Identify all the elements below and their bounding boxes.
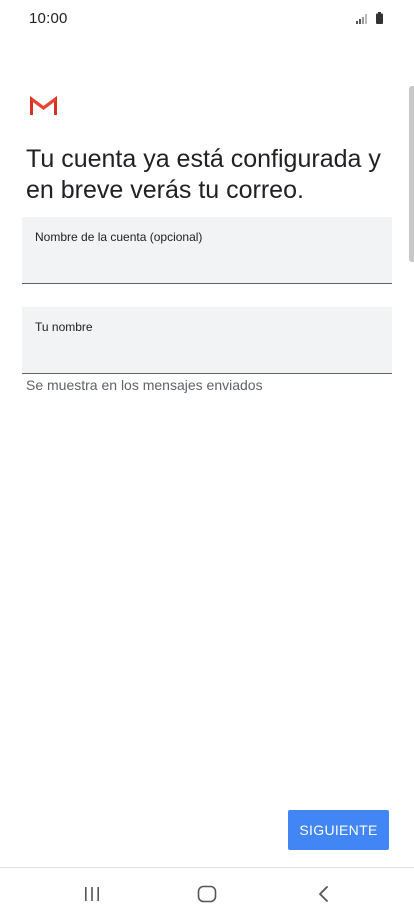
your-name-label: Tu nombre <box>35 320 93 334</box>
battery-icon <box>376 12 383 24</box>
your-name-input[interactable] <box>35 339 379 365</box>
status-bar: 10:00 <box>0 0 414 38</box>
page-title: Tu cuenta ya está configurada y en breve… <box>26 145 381 204</box>
home-icon <box>197 885 217 903</box>
back-button[interactable] <box>284 868 364 920</box>
gmail-logo-icon <box>30 96 57 115</box>
account-name-label: Nombre de la cuenta (opcional) <box>35 230 203 244</box>
your-name-field[interactable]: Tu nombre <box>22 307 392 374</box>
status-icons <box>356 12 386 26</box>
status-time: 10:00 <box>29 10 68 27</box>
account-name-field[interactable]: Nombre de la cuenta (opcional) <box>22 217 392 284</box>
account-name-input[interactable] <box>35 249 379 275</box>
back-icon <box>319 886 328 902</box>
recent-apps-icon <box>85 887 99 901</box>
next-button[interactable]: SIGUIENTE <box>288 810 389 850</box>
recent-apps-button[interactable] <box>52 868 132 920</box>
signal-icon <box>356 14 367 24</box>
your-name-helper-text: Se muestra en los mensajes enviados <box>26 377 263 393</box>
navigation-bar <box>0 868 414 920</box>
home-button[interactable] <box>167 868 247 920</box>
scrollbar[interactable] <box>409 86 414 262</box>
